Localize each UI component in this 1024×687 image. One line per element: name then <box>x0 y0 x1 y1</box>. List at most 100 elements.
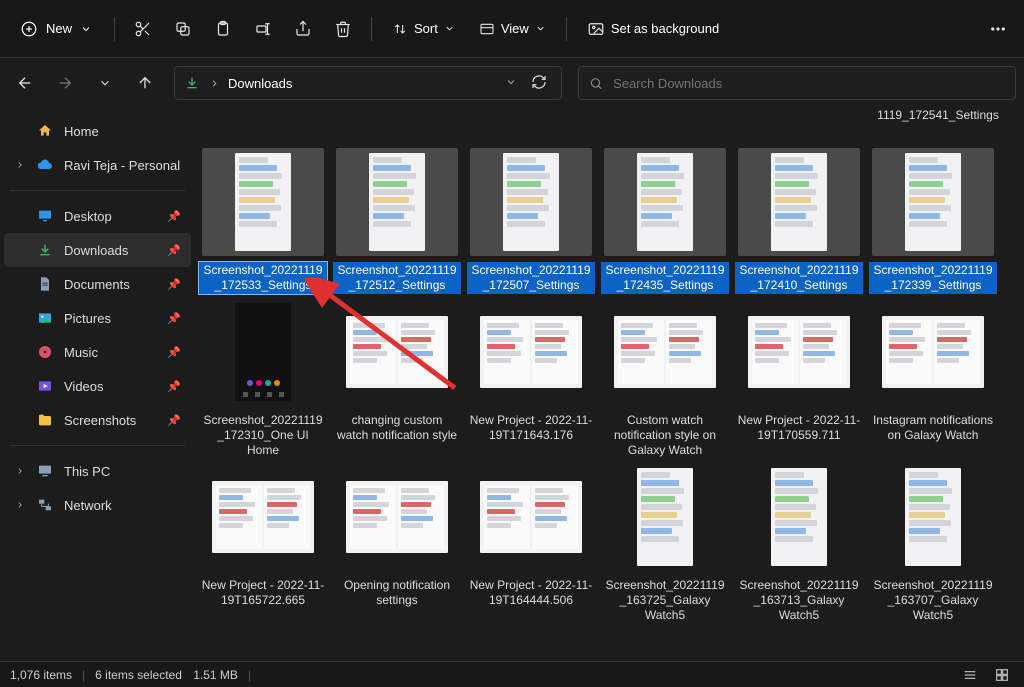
view-button[interactable]: View <box>469 15 556 43</box>
pin-icon: 📌 <box>167 346 181 359</box>
view-label: View <box>501 21 529 36</box>
rename-button[interactable] <box>245 11 281 47</box>
sidebar: Home Ravi Teja - Personal Desktop 📌 <box>0 108 195 661</box>
file-name-label: New Project - 2022-11-19T171643.176 <box>467 412 595 444</box>
sidebar-item-pictures[interactable]: Pictures 📌 <box>4 301 191 335</box>
file-thumbnail <box>336 148 458 256</box>
sidebar-item-thispc[interactable]: This PC <box>4 454 191 488</box>
file-tile[interactable]: Opening notification settings <box>333 463 461 624</box>
sidebar-item-label: Ravi Teja - Personal <box>64 158 180 173</box>
sidebar-item-network[interactable]: Network <box>4 488 191 522</box>
toolbar-separator <box>371 17 372 41</box>
file-tile[interactable]: changing custom watch notification style <box>333 298 461 459</box>
breadcrumb[interactable]: Downloads <box>228 76 292 91</box>
file-tile[interactable]: Screenshot_20221119_163725_Galaxy Watch5 <box>601 463 729 624</box>
file-tile[interactable]: Screenshot_20221119_172507_Settings <box>467 148 595 294</box>
sidebar-item-videos[interactable]: Videos 📌 <box>4 369 191 403</box>
refresh-button[interactable] <box>525 74 553 93</box>
file-tile[interactable]: Screenshot_20221119_172533_Settings <box>199 148 327 294</box>
status-selected-size: 1.51 MB <box>193 668 238 682</box>
sidebar-item-onedrive[interactable]: Ravi Teja - Personal <box>4 148 191 182</box>
file-name-label[interactable]: Screenshot_20221119_172533_Settings <box>199 262 327 294</box>
file-tile[interactable]: Screenshot_20221119_172310_One UI Home <box>199 298 327 459</box>
video-icon <box>36 377 54 395</box>
recent-button[interactable] <box>88 66 122 100</box>
sort-button[interactable]: Sort <box>382 15 465 43</box>
address-bar[interactable]: Downloads <box>174 66 562 100</box>
paste-button[interactable] <box>205 11 241 47</box>
expand-icon[interactable] <box>14 466 26 476</box>
sidebar-item-desktop[interactable]: Desktop 📌 <box>4 199 191 233</box>
sidebar-item-documents[interactable]: Documents 📌 <box>4 267 191 301</box>
list-icon <box>962 667 978 683</box>
file-tile[interactable]: Screenshot_20221119_172339_Settings <box>869 148 997 294</box>
file-name-label: Screenshot_20221119_163725_Galaxy Watch5 <box>601 577 729 624</box>
chevron-down-icon <box>505 76 517 88</box>
address-history-button[interactable] <box>505 76 517 91</box>
file-tile[interactable]: Screenshot_20221119_172410_Settings <box>735 148 863 294</box>
details-view-button[interactable] <box>958 665 982 685</box>
file-tile[interactable]: New Project - 2022-11-19T170559.711 <box>735 298 863 459</box>
file-tile[interactable]: Custom watch notification style on Galax… <box>601 298 729 459</box>
sidebar-item-label: Screenshots <box>64 413 136 428</box>
copy-button[interactable] <box>165 11 201 47</box>
set-background-label: Set as background <box>611 21 719 36</box>
file-tile[interactable]: Instagram notifications on Galaxy Watch <box>869 298 997 459</box>
file-name-label: New Project - 2022-11-19T165722.665 <box>199 577 327 609</box>
file-thumbnail <box>872 463 994 571</box>
file-tile[interactable]: New Project - 2022-11-19T164444.506 <box>467 463 595 624</box>
sidebar-item-downloads[interactable]: Downloads 📌 <box>4 233 191 267</box>
status-item-count: 1,076 items <box>10 668 72 682</box>
rename-icon <box>254 20 272 38</box>
expand-icon[interactable] <box>14 500 26 510</box>
delete-button[interactable] <box>325 11 361 47</box>
back-button[interactable] <box>8 66 42 100</box>
expand-icon[interactable] <box>14 160 26 170</box>
file-thumbnail <box>470 148 592 256</box>
sidebar-item-label: Videos <box>64 379 104 394</box>
thumbnails-view-button[interactable] <box>990 665 1014 685</box>
view-icon <box>479 21 495 37</box>
up-button[interactable] <box>128 66 162 100</box>
pin-icon: 📌 <box>167 312 181 325</box>
file-thumbnail <box>872 148 994 256</box>
share-button[interactable] <box>285 11 321 47</box>
sidebar-item-home[interactable]: Home <box>4 114 191 148</box>
cut-button[interactable] <box>125 11 161 47</box>
download-icon <box>36 241 54 259</box>
chevron-right-icon <box>15 160 25 170</box>
search-input[interactable] <box>613 76 1005 91</box>
arrow-up-icon <box>136 74 154 92</box>
sort-icon <box>392 21 408 37</box>
file-tile[interactable]: Screenshot_20221119_172435_Settings <box>601 148 729 294</box>
sidebar-item-label: Pictures <box>64 311 111 326</box>
file-tile[interactable]: New Project - 2022-11-19T171643.176 <box>467 298 595 459</box>
file-name-label: Opening notification settings <box>333 577 461 609</box>
refresh-icon <box>531 74 547 90</box>
forward-button[interactable] <box>48 66 82 100</box>
file-grid: Screenshot_20221119_172533_Settings Scre… <box>199 108 1020 624</box>
file-tile[interactable]: Screenshot_20221119_172512_Settings <box>333 148 461 294</box>
file-tile[interactable]: Screenshot_20221119_163707_Galaxy Watch5 <box>869 463 997 624</box>
search-icon <box>589 76 603 91</box>
file-thumbnail <box>336 463 458 571</box>
document-icon <box>36 275 54 293</box>
pin-icon: 📌 <box>167 210 181 223</box>
toolbar-separator <box>566 17 567 41</box>
set-background-button[interactable]: Set as background <box>577 14 729 44</box>
search-field[interactable] <box>578 66 1016 100</box>
sidebar-item-music[interactable]: Music 📌 <box>4 335 191 369</box>
file-name-label: Instagram notifications on Galaxy Watch <box>869 412 997 444</box>
file-tile[interactable]: New Project - 2022-11-19T165722.665 <box>199 463 327 624</box>
sidebar-item-screenshots[interactable]: Screenshots 📌 <box>4 403 191 437</box>
file-name-label: Screenshot_20221119_172507_Settings <box>467 262 595 294</box>
more-button[interactable] <box>980 11 1016 47</box>
file-tile[interactable]: Screenshot_20221119_163713_Galaxy Watch5 <box>735 463 863 624</box>
music-icon <box>36 343 54 361</box>
file-thumbnail <box>336 298 458 406</box>
sidebar-item-label: Music <box>64 345 98 360</box>
new-button[interactable]: New <box>8 14 104 44</box>
downloads-icon <box>183 74 201 92</box>
desktop-icon <box>36 207 54 225</box>
file-thumbnail <box>738 148 860 256</box>
